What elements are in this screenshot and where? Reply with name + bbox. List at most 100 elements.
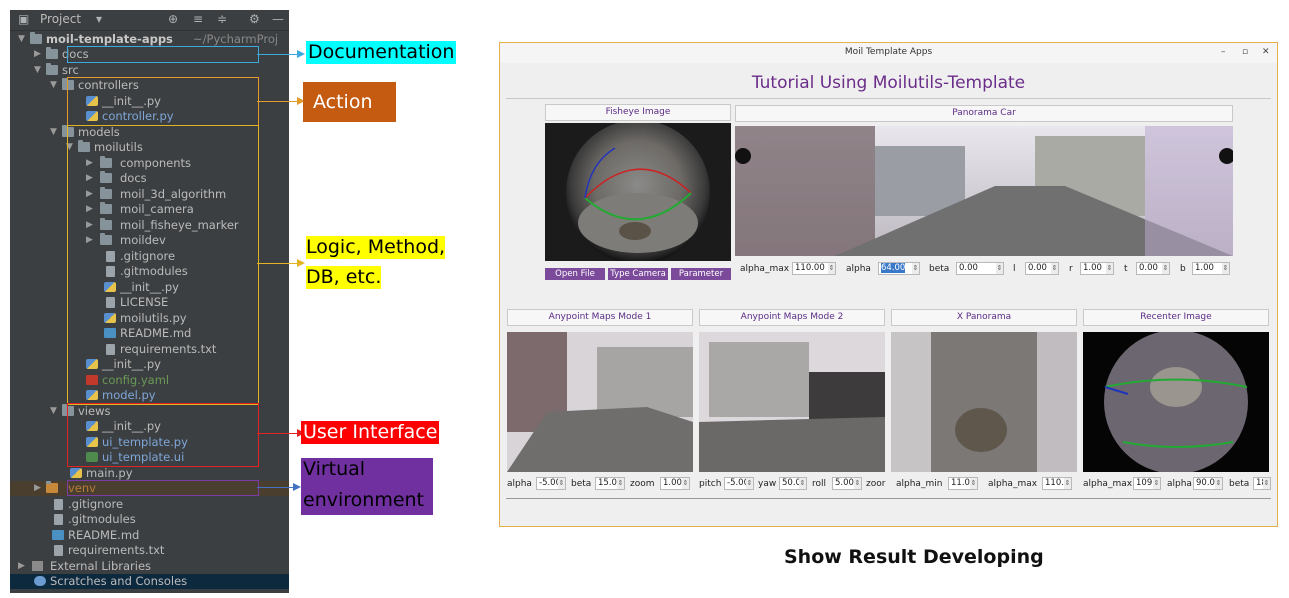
project-panel-header: ▣ Project ▾ ⊕ ≡ ≑ ⚙ — [10, 10, 289, 31]
folder-icon [46, 63, 58, 75]
minimize-icon[interactable]: – [1221, 47, 1226, 57]
roll-label: roll [812, 479, 827, 489]
venv-highlight-box [67, 480, 259, 496]
zoom-spinbox[interactable]: 1.00 [660, 477, 690, 490]
anypoint-mode1-title: Anypoint Maps Mode 1 [507, 309, 693, 326]
alpha-max-spinbox[interactable]: 110. [1042, 477, 1072, 490]
alpha-label: alpha [1167, 479, 1192, 489]
project-panel-title[interactable]: Project [40, 12, 81, 26]
collapse-all-icon[interactable]: ≑ [217, 12, 227, 26]
library-icon [32, 561, 43, 571]
zoom-label: zoor [866, 479, 886, 489]
type-camera-button[interactable]: Type Camera [608, 268, 668, 280]
alpha-min-spinbox[interactable]: 11.0 [948, 477, 978, 490]
tree-item-src[interactable]: ▼ src [10, 63, 289, 78]
gear-icon[interactable]: ⚙ [249, 12, 260, 26]
alpha-spinbox-selected-value: 64.00 [881, 263, 906, 273]
minimize-icon[interactable]: — [272, 12, 284, 26]
docs-highlight-box [67, 46, 259, 63]
chevron-right-icon[interactable]: ▶ [34, 47, 41, 62]
text-file-icon [54, 514, 63, 525]
arrow-head-icon [293, 483, 301, 491]
chevron-down-icon[interactable]: ▼ [18, 32, 25, 47]
beta-label: beta [571, 479, 592, 489]
locate-icon[interactable]: ⊕ [168, 12, 178, 26]
tree-item-label: moil-template-apps [46, 32, 173, 46]
tree-item-project-root[interactable]: ▼ moil-template-apps ~/PycharmProj [10, 32, 289, 47]
alpha-label: alpha [507, 479, 532, 489]
folder-icon [46, 481, 58, 493]
fisheye-image-graphic [545, 123, 731, 261]
alpha-label: alpha [846, 264, 871, 274]
b-label: b [1180, 264, 1186, 274]
caption: Show Result Developing [784, 546, 1044, 568]
beta-spinbox[interactable]: 180 [1253, 477, 1271, 490]
alpha-spinbox[interactable]: -5.00 [536, 477, 566, 490]
venv-label-line2: environment [303, 489, 425, 511]
tree-item-file[interactable]: .gitignore [10, 497, 289, 512]
chevron-down-icon[interactable]: ▼ [50, 78, 57, 93]
anypoint-mode2-title: Anypoint Maps Mode 2 [699, 309, 885, 326]
chevron-down-icon[interactable]: ▼ [34, 63, 41, 78]
folder-icon [30, 32, 42, 44]
tree-item-file[interactable]: main.py [10, 466, 289, 481]
tree-item-path: ~/PycharmProj [193, 32, 279, 46]
tree-item-external-libraries[interactable]: ▶ External Libraries [10, 559, 289, 574]
alpha-spinbox[interactable]: 90.0 [1193, 477, 1223, 490]
tree-item-file[interactable]: requirements.txt [10, 543, 289, 558]
x-panorama-image [891, 332, 1077, 472]
tree-item-label: External Libraries [50, 559, 152, 573]
tree-item-scratches[interactable]: Scratches and Consoles [10, 574, 289, 589]
tree-item-label: src [62, 63, 79, 77]
chevron-right-icon[interactable]: ▶ [34, 481, 41, 496]
app-window: Moil Template Apps – ▫ ✕ Tutorial Using … [499, 42, 1278, 527]
roll-spinbox[interactable]: 5.00 [832, 477, 862, 490]
arrow-line [257, 263, 297, 264]
b-spinbox[interactable]: 1.00 [1192, 262, 1230, 275]
project-view-icon[interactable]: ▣ [18, 12, 29, 26]
r-label: r [1069, 264, 1073, 274]
expand-all-icon[interactable]: ≡ [193, 12, 203, 26]
divider [506, 498, 1271, 499]
beta-spinbox[interactable]: 0.00 [956, 262, 1004, 275]
models-highlight-box [67, 125, 259, 405]
venv-label-line1: Virtual [303, 458, 366, 480]
open-file-button[interactable]: Open File [545, 268, 605, 280]
beta-spinbox[interactable]: 15.0 [595, 477, 625, 490]
chevron-down-icon[interactable]: ▾ [96, 12, 102, 26]
arrow-head-icon [297, 259, 305, 267]
action-label: Action [303, 82, 396, 122]
panorama-car-title: Panorama Car [735, 105, 1233, 122]
alpha-max-spinbox[interactable]: 109. [1133, 477, 1161, 490]
recenter-image [1083, 332, 1269, 472]
yaw-spinbox[interactable]: 50.0 [779, 477, 807, 490]
r-spinbox[interactable]: 1.00 [1080, 262, 1114, 275]
app-heading: Tutorial Using Moilutils-Template [751, 73, 1026, 93]
tree-item-label: main.py [86, 466, 133, 480]
chevron-down-icon[interactable]: ▼ [50, 125, 57, 140]
pitch-label: pitch [699, 479, 722, 489]
views-highlight-box [67, 403, 259, 467]
parameter-button[interactable]: Parameter [671, 268, 731, 280]
chevron-right-icon[interactable]: ▶ [18, 559, 25, 574]
alpha-max-label: alpha_max [988, 479, 1038, 489]
l-spinbox[interactable]: 0.00 [1025, 262, 1059, 275]
user-interface-label: User Interface [301, 421, 440, 444]
alpha-max-spinbox[interactable]: 110.00 [792, 262, 836, 275]
pitch-spinbox[interactable]: -5.00 [724, 477, 754, 490]
logic-label: Logic, Method, DB, etc. [306, 236, 446, 289]
alpha-spinbox[interactable]: 64.00 [878, 262, 920, 275]
close-icon[interactable]: ✕ [1262, 47, 1270, 57]
maximize-icon[interactable]: ▫ [1242, 47, 1248, 57]
folder-icon [46, 47, 58, 59]
tree-item-file[interactable]: README.md [10, 528, 289, 543]
arrow-line [257, 433, 297, 434]
fisheye-image-title: Fisheye Image [545, 104, 731, 121]
l-label: l [1013, 264, 1016, 274]
chevron-down-icon[interactable]: ▼ [50, 404, 57, 419]
tree-item-file[interactable]: .gitmodules [10, 512, 289, 527]
t-spinbox[interactable]: 0.00 [1136, 262, 1170, 275]
beta-label: beta [1229, 479, 1250, 489]
window-titlebar[interactable]: Moil Template Apps – ▫ ✕ [500, 43, 1277, 63]
tree-item-label: .gitignore [68, 497, 124, 511]
